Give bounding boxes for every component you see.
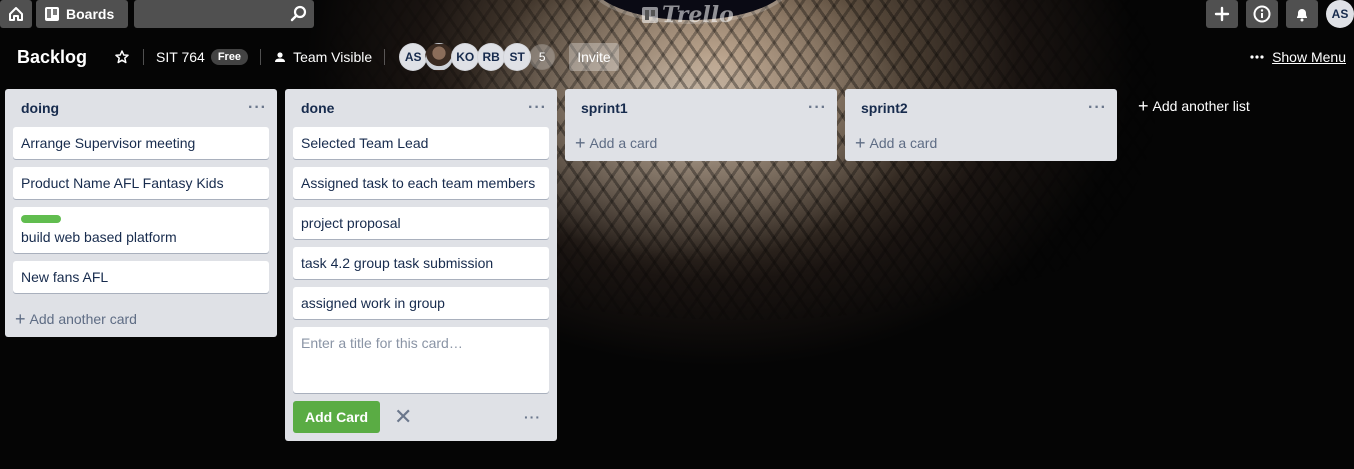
member-avatar[interactable]: KO: [451, 43, 480, 71]
star-button[interactable]: [113, 48, 131, 66]
card-text: build web based platform: [21, 229, 177, 245]
card[interactable]: project proposal: [293, 207, 549, 239]
top-right-actions: AS: [1202, 0, 1354, 28]
visibility-button[interactable]: Team Visible: [273, 49, 372, 65]
add-card-button[interactable]: + Add a card: [845, 125, 1117, 161]
add-list-button[interactable]: + Add another list: [1138, 97, 1250, 115]
list-title[interactable]: sprint2: [861, 100, 908, 116]
header-divider: [143, 49, 145, 65]
add-card-button[interactable]: + Add another card: [5, 301, 277, 337]
header-divider: [260, 49, 262, 65]
list-header: done ···: [285, 89, 557, 127]
board-members: AS KO RB ST 5: [399, 43, 556, 71]
board-title[interactable]: Backlog: [17, 47, 87, 68]
list-title[interactable]: doing: [21, 100, 59, 116]
add-card-label: Add another card: [29, 311, 137, 327]
card[interactable]: build web based platform: [13, 207, 269, 253]
list-done: done ··· Selected Team Lead Assigned tas…: [285, 89, 557, 441]
card-list: Arrange Supervisor meeting Product Name …: [5, 127, 277, 293]
card-label-green[interactable]: [21, 215, 61, 223]
notifications-button[interactable]: [1286, 0, 1318, 28]
card[interactable]: Selected Team Lead: [293, 127, 549, 159]
search-icon[interactable]: [290, 5, 308, 23]
user-avatar[interactable]: AS: [1326, 0, 1354, 28]
search-input[interactable]: [134, 0, 314, 28]
list-header: sprint1 ···: [565, 89, 837, 127]
list-doing: doing ··· Arrange Supervisor meeting Pro…: [5, 89, 277, 337]
team-visible-icon: [275, 52, 286, 62]
card[interactable]: Product Name AFL Fantasy Kids: [13, 167, 269, 199]
add-card-submit-button[interactable]: Add Card: [293, 401, 380, 433]
add-card-label: Add a card: [589, 135, 658, 151]
plus-icon: +: [855, 133, 866, 153]
trello-logo[interactable]: Trello: [642, 2, 734, 28]
list-menu-icon[interactable]: ···: [808, 99, 827, 117]
close-icon[interactable]: ✕: [394, 406, 412, 428]
member-avatar[interactable]: AS: [399, 43, 428, 71]
plus-icon: [1214, 6, 1230, 22]
invite-button[interactable]: Invite: [569, 43, 619, 71]
add-card-label: Add a card: [869, 135, 938, 151]
card[interactable]: assigned work in group: [293, 287, 549, 319]
info-button[interactable]: [1246, 0, 1278, 28]
plus-icon: +: [575, 133, 586, 153]
card[interactable]: task 4.2 group task submission: [293, 247, 549, 279]
boards-button[interactable]: Boards: [36, 0, 128, 28]
member-avatar[interactable]: RB: [477, 43, 506, 71]
list-header: doing ···: [5, 89, 277, 127]
create-button[interactable]: [1206, 0, 1238, 28]
home-button[interactable]: [0, 0, 32, 28]
card[interactable]: Assigned task to each team members: [293, 167, 549, 199]
logo-text: Trello: [662, 2, 734, 28]
show-menu-label: Show Menu: [1272, 49, 1346, 65]
trello-logo-icon: [642, 7, 658, 23]
visibility-label: Team Visible: [293, 49, 373, 65]
card-composer: [293, 327, 549, 393]
composer-options-icon[interactable]: ···: [524, 409, 541, 425]
list-menu-icon[interactable]: ···: [248, 99, 267, 117]
info-icon: [1253, 5, 1271, 23]
show-menu-button[interactable]: Show Menu: [1250, 49, 1346, 65]
list-sprint2: sprint2 ··· + Add a card: [845, 89, 1117, 161]
card[interactable]: Arrange Supervisor meeting: [13, 127, 269, 159]
board-header: Backlog SIT 764 Free Team Visible AS KO …: [0, 40, 1354, 74]
card-list: Selected Team Lead Assigned task to each…: [285, 127, 557, 393]
bell-icon: [1297, 9, 1307, 22]
card[interactable]: New fans AFL: [13, 261, 269, 293]
home-icon: [9, 7, 23, 21]
more-icon: [1250, 55, 1264, 59]
top-navigation-bar: Boards Trello AS: [0, 0, 1354, 28]
member-avatar[interactable]: ST: [503, 43, 532, 71]
team-name[interactable]: SIT 764: [156, 49, 205, 65]
star-icon: [115, 50, 129, 64]
boards-icon: [45, 7, 59, 21]
header-divider: [384, 49, 386, 65]
list-menu-icon[interactable]: ···: [1088, 99, 1107, 117]
list-menu-icon[interactable]: ···: [528, 99, 547, 117]
member-avatar-photo[interactable]: [425, 43, 454, 71]
plus-icon: +: [15, 309, 26, 329]
plan-badge: Free: [210, 49, 249, 65]
list-sprint1: sprint1 ··· + Add a card: [565, 89, 837, 161]
card-title-input[interactable]: [301, 335, 541, 385]
add-card-button[interactable]: + Add a card: [565, 125, 837, 161]
boards-label: Boards: [66, 6, 115, 22]
list-title[interactable]: sprint1: [581, 100, 628, 116]
add-list-label: Add another list: [1152, 98, 1250, 114]
extra-members-count[interactable]: 5: [529, 44, 556, 70]
composer-controls: Add Card ✕ ···: [285, 401, 557, 441]
list-title[interactable]: done: [301, 100, 334, 116]
list-header: sprint2 ···: [845, 89, 1117, 127]
plus-icon: +: [1138, 96, 1149, 116]
